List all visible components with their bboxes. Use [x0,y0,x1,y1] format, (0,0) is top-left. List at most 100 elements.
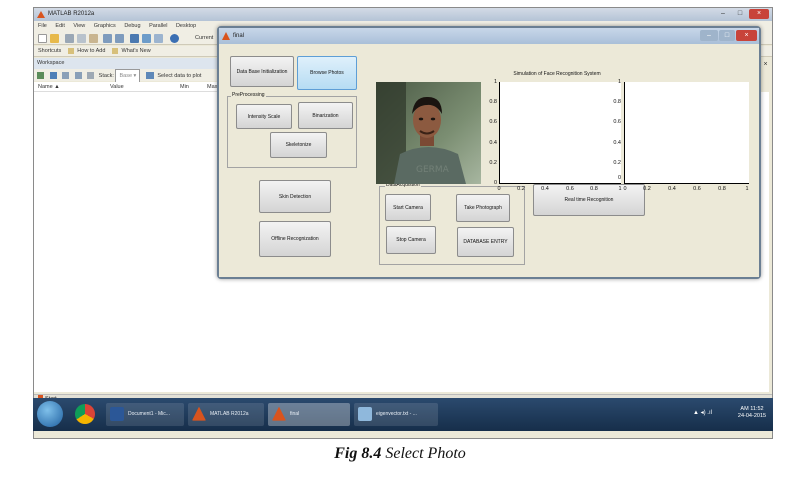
current-folder-label: Current [195,35,214,41]
stack-select[interactable]: Base ▾ [115,69,141,83]
figure-maximize-button[interactable]: □ [719,30,735,41]
new-variable-icon[interactable] [37,72,44,80]
guide-icon[interactable] [142,34,151,43]
axes-1-ytick: 0.4 [489,140,497,146]
windows-start-orb-icon[interactable] [37,401,63,427]
cut-icon[interactable] [65,34,74,43]
axes-2[interactable] [624,82,749,184]
caption-text: Select Photo [381,445,466,462]
axes-2-xtick: 0.2 [643,186,651,192]
clock-date: 24-04-2015 [737,413,767,419]
menu-file[interactable]: File [38,23,47,29]
database-entry-button[interactable]: DATABASE ENTRY [457,227,514,257]
shortcut-icon [67,47,74,54]
profiler-icon[interactable] [154,34,163,43]
import-data-icon[interactable] [62,72,70,80]
stack-label: Stack: [98,73,114,79]
offline-recognization-button[interactable]: Offline Recognization [259,221,331,257]
save-workspace-icon[interactable] [74,72,82,80]
close-button[interactable]: × [749,9,769,19]
new-file-icon[interactable] [38,34,47,43]
notepad-icon [358,406,372,421]
taskbar-item-notepad[interactable]: eigenvector.txt - ... [354,403,438,426]
maximize-button[interactable]: □ [732,9,748,19]
chrome-icon[interactable] [75,404,95,424]
intensity-scale-button[interactable]: Intensity Scale [236,104,292,129]
workspace-columns: Name ▲ Value Min Max [34,82,219,92]
column-value[interactable]: Value [110,82,124,92]
menu-graphics[interactable]: Graphics [94,23,116,29]
axes-2-ytick: 0.6 [613,119,621,125]
stop-camera-button[interactable]: Stop Camera [386,226,436,254]
column-max[interactable]: Max [207,82,217,92]
redo-icon[interactable] [115,34,124,43]
axes-2-ytick: 0.8 [613,99,621,105]
plot-icon[interactable] [145,72,154,80]
axes-1-ytick: 0.8 [489,99,497,105]
menu-view[interactable]: View [73,23,85,29]
skin-detection-button[interactable]: Skin Detection [259,180,331,213]
matlab-window-title: MATLAB R2012a [48,11,95,17]
taskbar-item-word[interactable]: Document1 - Mic... [106,403,184,426]
paste-icon[interactable] [89,34,98,43]
take-photograph-button[interactable]: Take Photograph [456,194,510,222]
help-icon[interactable] [170,34,179,43]
figure-caption: Fig 8.4 Select Photo [0,445,800,463]
menu-debug[interactable]: Debug [124,23,140,29]
undo-icon[interactable] [103,34,112,43]
preprocessing-panel-label: PreProcessing [231,92,266,98]
taskbar-item-final[interactable]: final [268,403,350,426]
start-camera-button[interactable]: Start Camera [385,194,431,221]
menu-desktop[interactable]: Desktop [176,23,196,29]
system-clock[interactable]: AM 11:52 24-04-2015 [733,406,771,420]
axes-2-xtick: 0 [623,186,627,192]
figure-minimize-button[interactable]: – [700,30,718,41]
axes-2-ytick: 1 [617,79,621,85]
axes-2-ytick: 0.2 [613,160,621,166]
axes-1-ytick: 0.2 [489,160,497,166]
axes-1-xtick: 0.6 [566,186,574,192]
minimize-button[interactable]: – [715,9,731,19]
select-data-label: Select data to plot [157,73,202,79]
column-name[interactable]: Name ▲ [38,82,60,92]
column-min[interactable]: Min [180,82,189,92]
menu-edit[interactable]: Edit [55,23,64,29]
captured-face-photo: GERMA [376,82,481,184]
browse-photos-button[interactable]: Browse Photos [297,56,357,90]
clock-time: AM 11:52 [740,406,764,412]
open-folder-icon[interactable] [50,34,59,43]
shortcut-icon [111,47,118,54]
plot-title: Simulation of Face Recognition System [513,71,601,77]
word-icon [110,406,124,421]
caption-prefix: Fig 8.4 [334,445,382,462]
figure-content: Data Base Initialization Browse Photos P… [219,44,759,277]
delete-variable-icon[interactable] [87,72,95,80]
axes-2-xtick: 0.6 [693,186,701,192]
workspace-toolbar: Stack: Base ▾ Select data to plot [34,69,219,83]
figure-window: final – □ × Data Base Initialization Bro… [217,26,761,279]
simulink-icon[interactable] [130,34,139,43]
shortcuts-label[interactable]: Shortcuts [38,48,61,54]
system-tray[interactable]: ▲ ◂) .ıl [693,409,712,416]
figure-close-button[interactable]: × [736,30,757,41]
axes-2-xtick: 0.8 [718,186,726,192]
axes-2-xtick: 0.4 [668,186,676,192]
binarization-button[interactable]: Binarization [298,102,353,129]
axes-1-xtick: 0.8 [590,186,598,192]
database-initialization-button[interactable]: Data Base Initialization [230,56,294,87]
skeletonize-button[interactable]: Skeletonize [270,132,327,158]
axes-1-xtick: 0.4 [541,186,549,192]
how-to-add-link[interactable]: How to Add [77,48,105,54]
open-variable-icon[interactable] [49,72,57,80]
figure-title: final [233,33,245,39]
workspace-close-icon[interactable]: × [761,60,770,69]
copy-icon[interactable] [77,34,86,43]
menu-parallel[interactable]: Parallel [149,23,167,29]
axes-1[interactable] [499,82,621,184]
axes-2-ytick: 0 [617,175,621,181]
whats-new-link[interactable]: What's New [122,48,151,54]
axes-1-ytick: 1 [493,79,497,85]
taskbar-item-matlab[interactable]: MATLAB R2012a [188,403,264,426]
axes-1-xtick: 0 [497,186,501,192]
matlab-titlebar: MATLAB R2012a [34,8,772,21]
